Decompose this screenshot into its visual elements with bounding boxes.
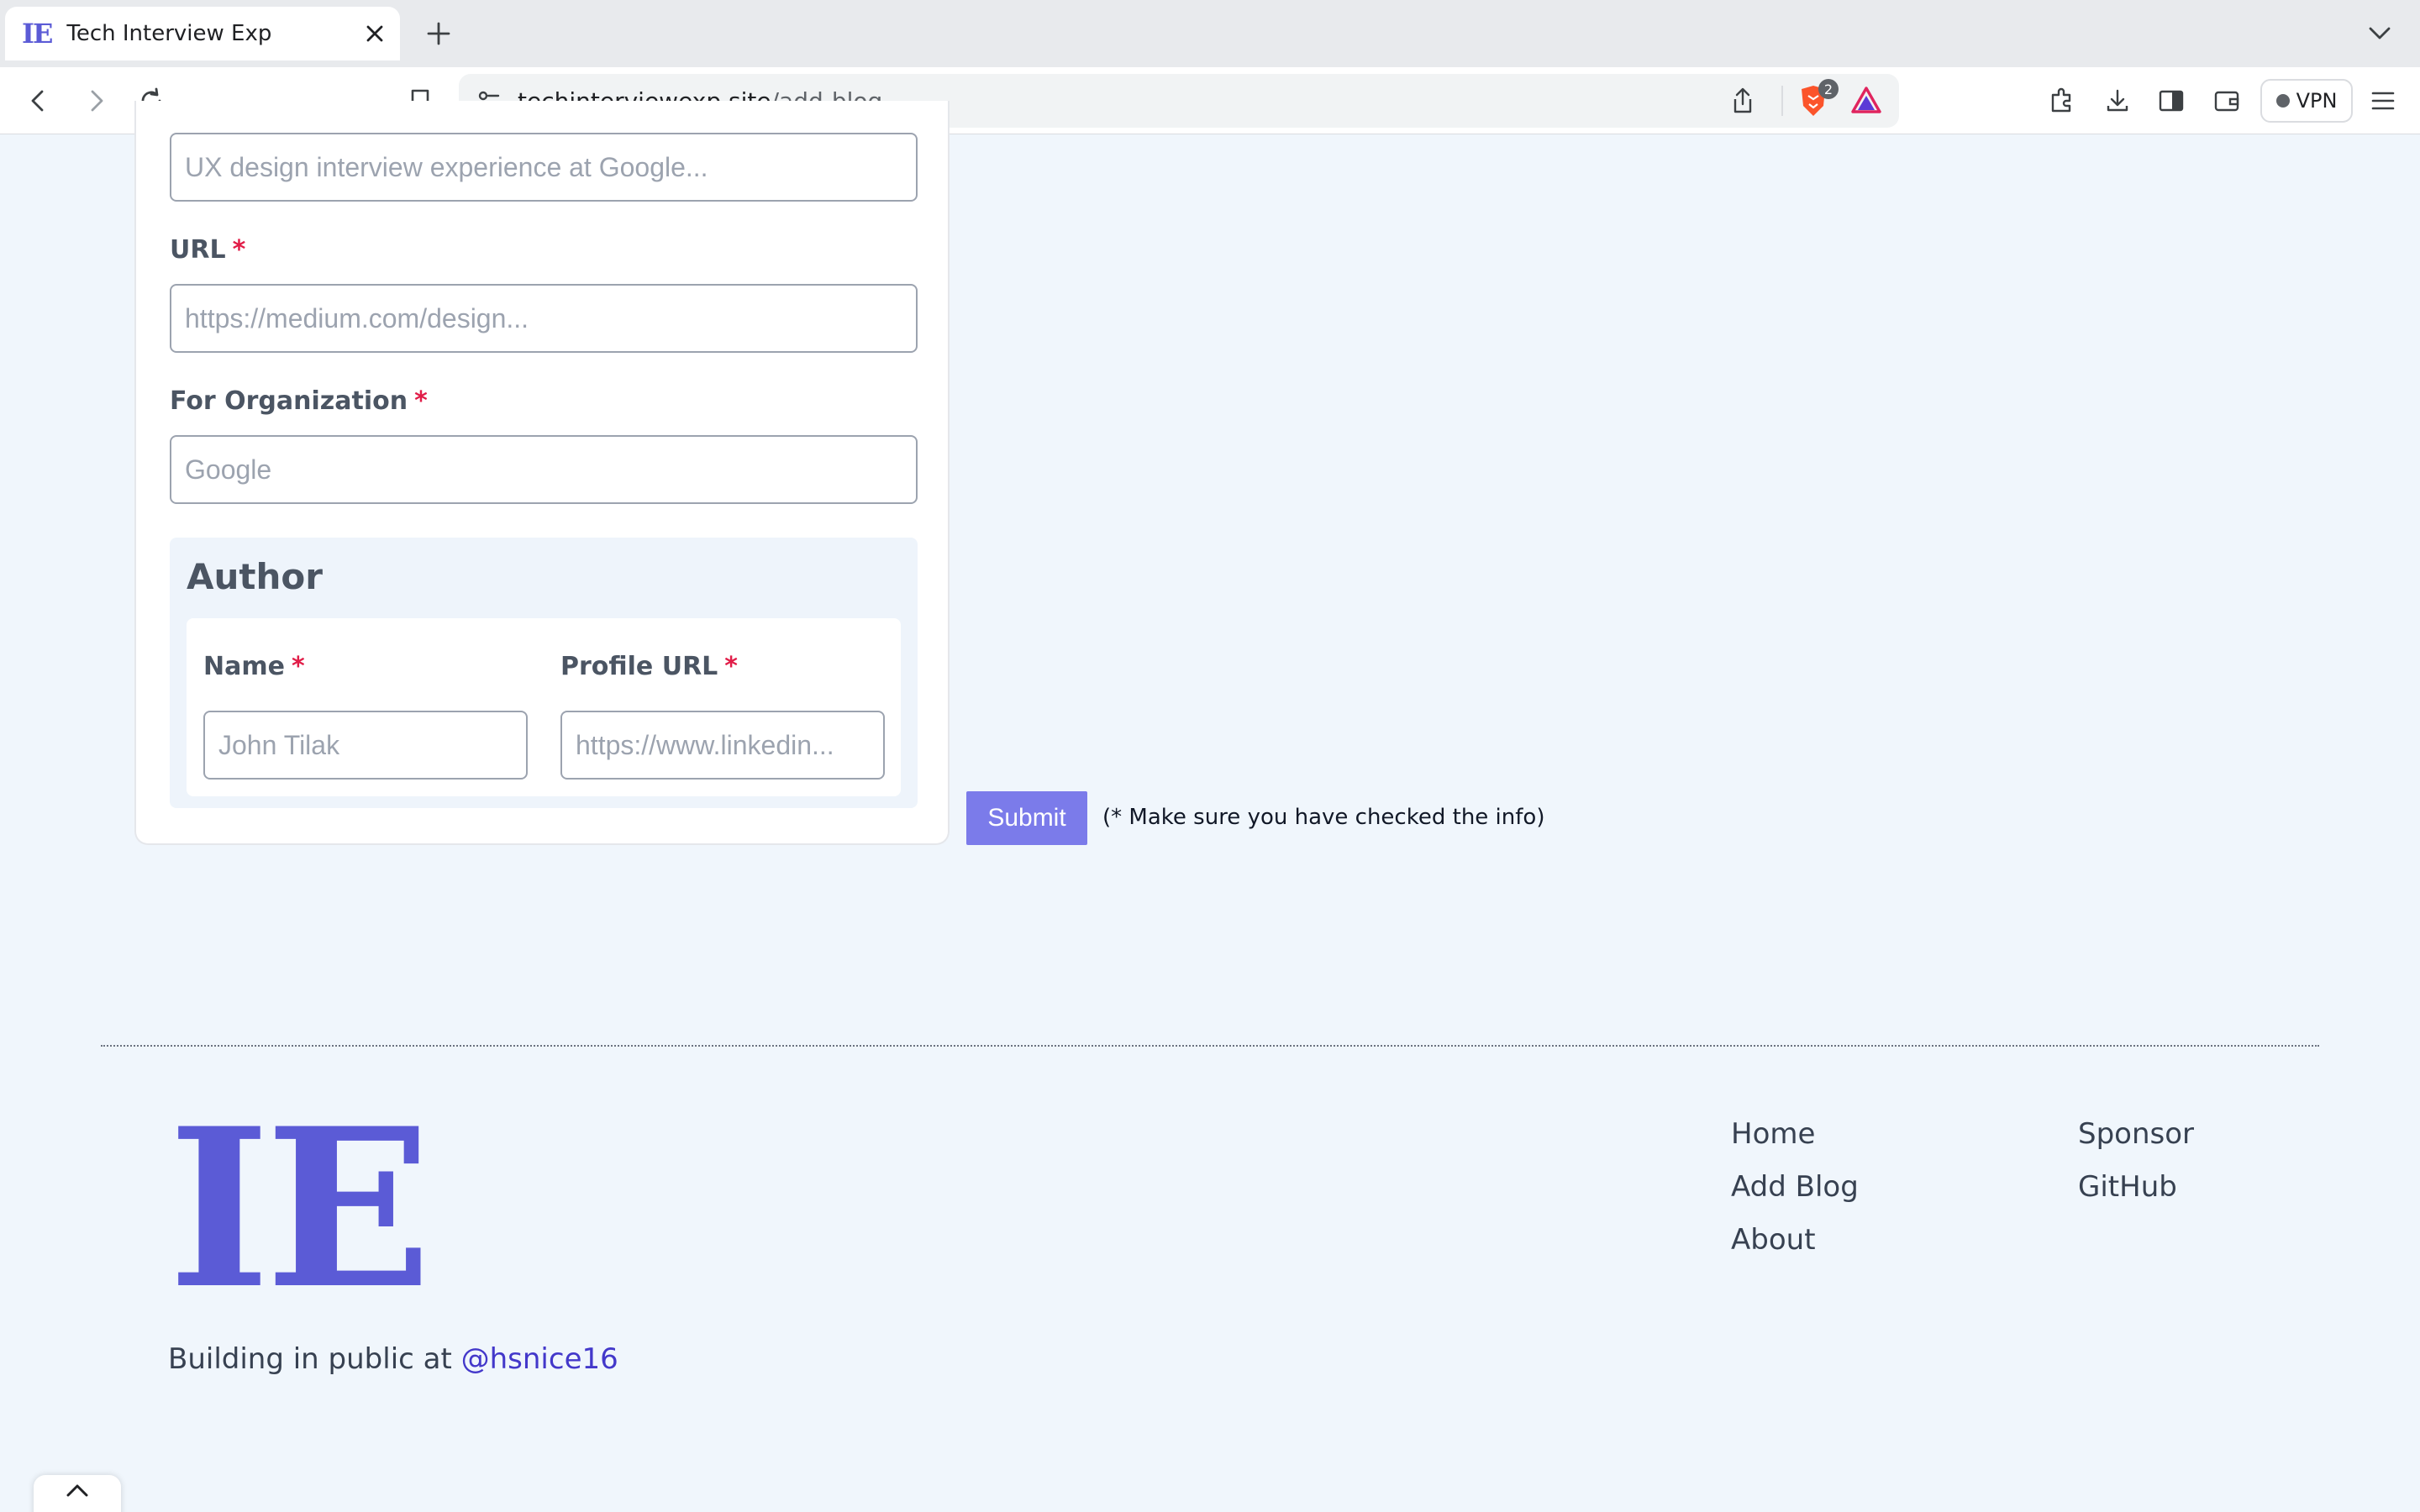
blog-title-input[interactable]: UX design interview experience at Google…	[170, 133, 918, 202]
share-icon[interactable]	[1731, 87, 1754, 118]
browser-tab-active[interactable]: IE Tech Interview Exp	[5, 7, 400, 60]
tab-list-chevron-down-icon[interactable]	[2361, 15, 2398, 52]
author-fields-panel: Name * John Tilak Profile URL * https://ww…	[187, 618, 901, 796]
new-tab-plus-icon[interactable]	[420, 15, 457, 52]
submit-button[interactable]: Submit	[966, 791, 1087, 845]
footer-logo[interactable]: IE	[168, 1100, 432, 1319]
url-field-label: URL *	[170, 235, 245, 265]
required-asterisk: *	[232, 235, 246, 265]
footer-tagline-text: Building in public at	[168, 1342, 461, 1376]
author-name-label-text: Name	[203, 652, 285, 681]
organization-input[interactable]: Google	[170, 435, 918, 504]
forward-arrow-icon[interactable]	[76, 81, 116, 121]
url-input[interactable]: https://medium.com/design...	[170, 284, 918, 353]
footer-divider	[101, 1045, 2319, 1047]
author-heading: Author	[187, 556, 323, 597]
site-favicon-icon: IE	[22, 18, 53, 50]
address-bar-divider	[1781, 86, 1783, 116]
footer-link-add-blog[interactable]: Add Blog	[1731, 1170, 1859, 1204]
close-tab-icon[interactable]	[358, 17, 392, 50]
footer-tagline: Building in public at @hsnice16	[168, 1342, 618, 1376]
vpn-label: VPN	[2296, 89, 2338, 113]
browser-tab-bar: IE Tech Interview Exp	[0, 0, 2420, 67]
footer-link-home[interactable]: Home	[1731, 1117, 1815, 1151]
author-section: Author Name * John Tilak Profile URL * htt…	[170, 538, 918, 808]
scroll-to-top-button[interactable]	[34, 1475, 121, 1512]
extensions-icon[interactable]	[2042, 81, 2082, 121]
wallet-icon[interactable]	[2207, 81, 2247, 121]
tab-title: Tech Interview Exp	[66, 21, 272, 46]
organization-label-text: For Organization	[170, 386, 408, 416]
footer-link-github[interactable]: GitHub	[2078, 1170, 2177, 1204]
footer-link-about[interactable]: About	[1731, 1223, 1816, 1257]
submit-note: (* Make sure you have checked the info)	[1102, 805, 1545, 830]
organization-field-label: For Organization *	[170, 386, 428, 416]
chevron-up-icon	[66, 1483, 88, 1500]
profile-url-label: Profile URL *	[560, 652, 738, 681]
brave-rewards-icon[interactable]	[1850, 86, 1882, 118]
url-label-text: URL	[170, 235, 226, 265]
twitter-handle-link[interactable]: @hsnice16	[461, 1342, 618, 1376]
profile-url-label-text: Profile URL	[560, 652, 718, 681]
required-asterisk: *	[724, 652, 738, 681]
menu-hamburger-icon[interactable]	[2363, 81, 2403, 121]
profile-url-input[interactable]: https://www.linkedin...	[560, 711, 885, 780]
required-asterisk: *	[414, 386, 428, 416]
back-arrow-icon[interactable]	[18, 81, 59, 121]
vpn-button[interactable]: VPN	[2260, 79, 2353, 123]
download-icon[interactable]	[2097, 81, 2138, 121]
author-name-input[interactable]: John Tilak	[203, 711, 528, 780]
add-blog-form-card: UX design interview experience at Google…	[134, 101, 950, 845]
footer-link-sponsor[interactable]: Sponsor	[2078, 1117, 2194, 1151]
required-asterisk: *	[291, 652, 305, 681]
author-name-label: Name *	[203, 652, 305, 681]
vpn-status-icon	[2275, 94, 2290, 108]
sidebar-toggle-icon[interactable]	[2151, 81, 2191, 121]
shields-count-badge: 2	[1818, 79, 1839, 99]
